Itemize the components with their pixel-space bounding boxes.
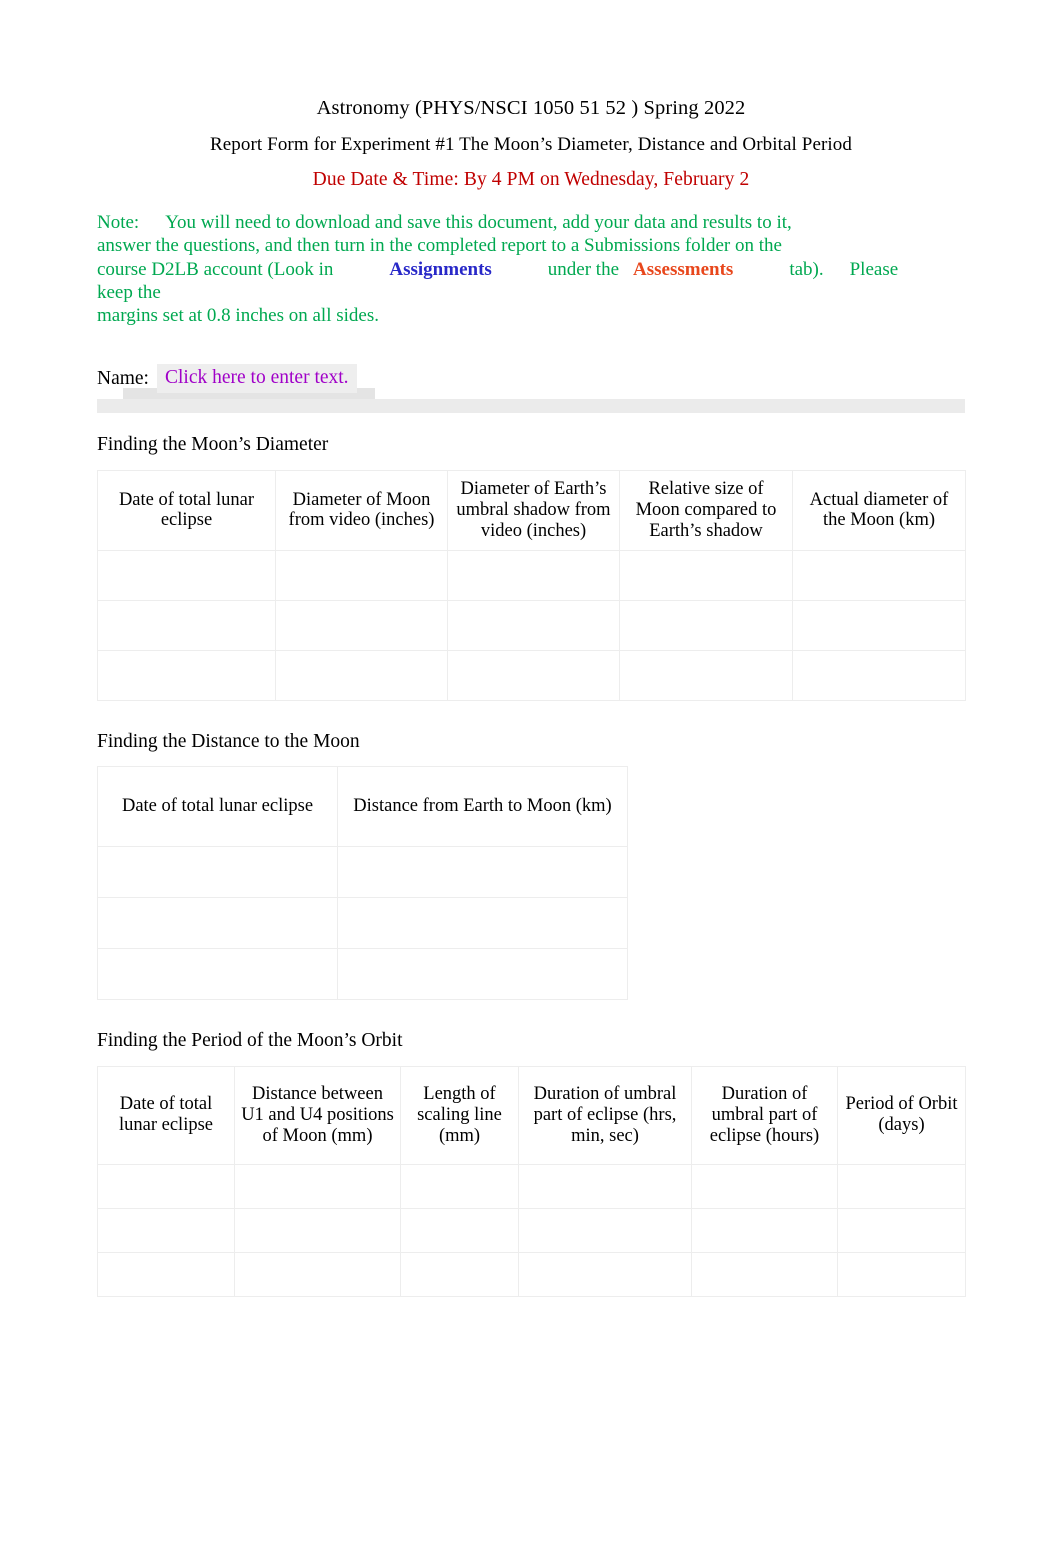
- document-subtitle: Report Form for Experiment #1 The Moon’s…: [210, 133, 852, 155]
- title-term: Spring 2022: [643, 97, 746, 119]
- table-header-cell: Diameter of Moon from video (inches): [275, 469, 448, 551]
- table-header-cell: Duration of umbral part of eclipse (hrs,…: [518, 1065, 692, 1165]
- table-row: [97, 1163, 966, 1209]
- document-title-course-term: Astronomy (PHYS/NSCI 1050 51 52 ) Spring…: [97, 98, 965, 119]
- note-label: Note:: [97, 212, 140, 233]
- table-cell[interactable]: [837, 1207, 966, 1253]
- table-wrapper-diameter: Date of total lunar eclipse Diameter of …: [97, 469, 966, 701]
- table-header-cell: Date of total lunar eclipse: [97, 1065, 235, 1165]
- table-cell[interactable]: [792, 599, 966, 651]
- name-field-underline: [97, 399, 965, 414]
- table-cell[interactable]: [275, 549, 448, 601]
- table-cell[interactable]: [400, 1163, 519, 1209]
- table-cell[interactable]: [97, 948, 338, 1001]
- table-cell[interactable]: [97, 649, 276, 701]
- table-cell[interactable]: [234, 1163, 401, 1209]
- table-cell[interactable]: [619, 599, 793, 651]
- table-cell[interactable]: [691, 1163, 838, 1209]
- table-header-cell: Duration of umbral part of eclipse (hour…: [691, 1065, 838, 1165]
- table-cell[interactable]: [518, 1207, 692, 1253]
- name-row: Name: Click here to enter text.: [97, 364, 965, 414]
- table-header-cell: Distance from Earth to Moon (km): [337, 766, 628, 848]
- table-row: [97, 599, 966, 651]
- name-label: Name:: [97, 368, 149, 390]
- table-cell[interactable]: [837, 1163, 966, 1209]
- note-line-3a: course D2LB account (Look in: [97, 258, 334, 280]
- link-assessments[interactable]: Assessments: [633, 259, 733, 280]
- table-cell[interactable]: [792, 549, 966, 601]
- table-header-cell: Date of total lunar eclipse: [97, 766, 338, 848]
- table-cell[interactable]: [337, 897, 628, 950]
- note-line-1: You will need to download and save this …: [165, 212, 792, 233]
- table-row: [97, 948, 628, 1001]
- table-wrapper-distance: Date of total lunar eclipse Distance fro…: [97, 766, 965, 1001]
- table-cell[interactable]: [234, 1207, 401, 1253]
- due-date-notice: Due Date & Time: By 4 PM on Wednesday, F…: [312, 168, 750, 190]
- table-row: [97, 1251, 966, 1297]
- document-content: Astronomy (PHYS/NSCI 1050 51 52 ) Spring…: [97, 0, 966, 1297]
- name-input[interactable]: Click here to enter text.: [157, 364, 357, 394]
- table-cell[interactable]: [97, 1251, 235, 1297]
- table-header-cell: Actual diameter of the Moon (km): [792, 469, 966, 551]
- section-heading-period: Finding the Period of the Moon’s Orbit: [97, 1030, 403, 1052]
- table-cell[interactable]: [97, 846, 338, 899]
- table-moon-diameter: Date of total lunar eclipse Diameter of …: [97, 469, 966, 701]
- table-cell[interactable]: [518, 1163, 692, 1209]
- table-header-cell: Relative size of Moon compared to Earth’…: [619, 469, 793, 551]
- table-cell[interactable]: [691, 1207, 838, 1253]
- table-header-row: Date of total lunar eclipse Diameter of …: [97, 469, 966, 551]
- table-cell[interactable]: [837, 1251, 966, 1297]
- table-cell[interactable]: [337, 948, 628, 1001]
- table-header-row: Date of total lunar eclipse Distance bet…: [97, 1065, 966, 1165]
- table-header-cell: Length of scaling line (mm): [400, 1065, 519, 1165]
- table-cell[interactable]: [447, 649, 620, 701]
- table-row: [97, 846, 628, 899]
- table-header-cell: Diameter of Earth’s umbral shadow from v…: [447, 469, 620, 551]
- table-header-cell: Date of total lunar eclipse: [97, 469, 276, 551]
- document-page: Astronomy (PHYS/NSCI 1050 51 52 ) Spring…: [0, 0, 1062, 1561]
- table-cell[interactable]: [518, 1251, 692, 1297]
- table-cell[interactable]: [447, 549, 620, 601]
- table-cell[interactable]: [792, 649, 966, 701]
- table-moon-distance: Date of total lunar eclipse Distance fro…: [97, 766, 628, 1001]
- note-line-2: answer the questions, and then turn in t…: [97, 235, 782, 257]
- section-heading-distance: Finding the Distance to the Moon: [97, 730, 360, 752]
- table-cell[interactable]: [97, 549, 276, 601]
- link-assignments[interactable]: Assignments: [389, 259, 491, 280]
- note-line-3c: tab).: [789, 258, 824, 280]
- note-line-4: margins set at 0.8 inches on all sides.: [97, 305, 379, 327]
- table-header-cell: Distance between U1 and U4 positions of …: [234, 1065, 401, 1165]
- table-cell[interactable]: [337, 846, 628, 899]
- table-cell[interactable]: [619, 549, 793, 601]
- table-header-cell: Period of Orbit (days): [837, 1065, 966, 1165]
- table-cell[interactable]: [447, 599, 620, 651]
- table-row: [97, 549, 966, 601]
- table-cell[interactable]: [400, 1207, 519, 1253]
- table-cell[interactable]: [691, 1251, 838, 1297]
- title-course: Astronomy (PHYS/NSCI 1050 51 52 ): [316, 97, 639, 119]
- table-cell[interactable]: [97, 1163, 235, 1209]
- table-cell[interactable]: [97, 1207, 235, 1253]
- table-cell[interactable]: [275, 649, 448, 701]
- table-cell[interactable]: [97, 897, 338, 950]
- table-header-row: Date of total lunar eclipse Distance fro…: [97, 766, 628, 848]
- table-row: [97, 649, 966, 701]
- note-line-3b: under the: [547, 258, 620, 280]
- table-cell[interactable]: [97, 599, 276, 651]
- table-cell[interactable]: [400, 1251, 519, 1297]
- table-row: [97, 1207, 966, 1253]
- table-orbit-period: Date of total lunar eclipse Distance bet…: [97, 1065, 966, 1297]
- table-row: [97, 897, 628, 950]
- section-heading-diameter: Finding the Moon’s Diameter: [97, 434, 329, 456]
- instructions-note: Note: You will need to download and save…: [97, 211, 909, 327]
- table-cell[interactable]: [234, 1251, 401, 1297]
- table-cell[interactable]: [275, 599, 448, 651]
- table-wrapper-period: Date of total lunar eclipse Distance bet…: [97, 1065, 966, 1297]
- table-cell[interactable]: [619, 649, 793, 701]
